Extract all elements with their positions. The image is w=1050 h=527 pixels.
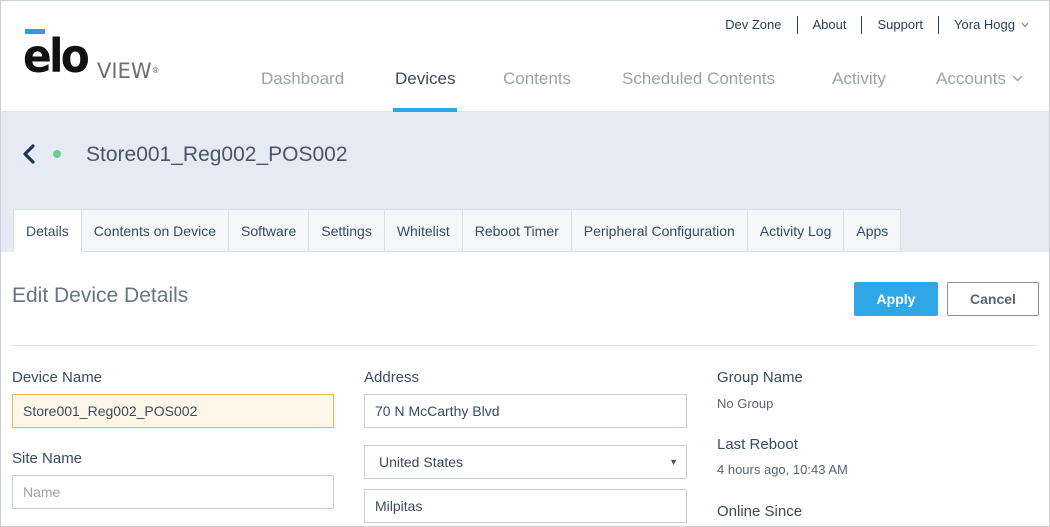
details-panel: Edit Device Details Apply Cancel Device … <box>1 252 1049 526</box>
nav-accounts[interactable]: Accounts <box>936 61 1023 112</box>
country-select-value: United States <box>379 454 464 470</box>
support-link[interactable]: Support <box>862 16 938 34</box>
chevron-down-icon <box>1021 16 1029 34</box>
main-nav: Dashboard Devices Contents Scheduled Con… <box>1 61 1049 112</box>
dev-zone-link[interactable]: Dev Zone <box>710 16 796 34</box>
last-reboot-label: Last Reboot <box>717 436 798 453</box>
section-title: Edit Device Details <box>12 284 189 307</box>
chevron-left-icon <box>23 144 35 164</box>
nav-accounts-label: Accounts <box>936 69 1006 88</box>
nav-contents[interactable]: Contents <box>503 61 571 112</box>
chevron-down-icon <box>1012 61 1023 97</box>
device-header-band: Store001_Reg002_POS002 Details Contents … <box>1 112 1049 252</box>
online-since-label: Online Since <box>717 503 803 520</box>
tab-settings[interactable]: Settings <box>309 209 385 252</box>
header: elo VIEW® Dev Zone About Support Yora Ho… <box>1 1 1049 112</box>
section-divider <box>11 345 1037 346</box>
nav-devices[interactable]: Devices <box>393 61 458 112</box>
site-name-label: Site Name <box>12 450 83 467</box>
tab-apps[interactable]: Apps <box>844 209 902 252</box>
group-name-value: No Group <box>717 396 774 411</box>
caret-down-icon: ▼ <box>669 457 678 467</box>
status-dot-icon <box>53 150 61 158</box>
device-name-label: Device Name <box>12 369 103 386</box>
last-reboot-value: 4 hours ago, 10:43 AM <box>717 462 848 477</box>
cancel-button[interactable]: Cancel <box>947 282 1039 316</box>
nav-activity[interactable]: Activity <box>832 61 886 112</box>
about-link[interactable]: About <box>798 16 862 34</box>
tab-contents-on-device[interactable]: Contents on Device <box>81 209 229 252</box>
back-button[interactable] <box>19 143 41 165</box>
address-label: Address <box>364 369 420 386</box>
site-name-input[interactable] <box>12 475 334 509</box>
tab-activity-log[interactable]: Activity Log <box>747 209 845 252</box>
utility-nav: Dev Zone About Support Yora Hogg <box>710 15 1029 35</box>
app-window: elo VIEW® Dev Zone About Support Yora Ho… <box>0 0 1050 527</box>
nav-scheduled-contents[interactable]: Scheduled Contents <box>622 61 775 112</box>
device-title: Store001_Reg002_POS002 <box>86 143 348 166</box>
tab-whitelist[interactable]: Whitelist <box>384 209 463 252</box>
country-select[interactable]: United States ▼ <box>364 445 687 479</box>
nav-dashboard[interactable]: Dashboard <box>261 61 344 112</box>
device-name-input[interactable] <box>12 394 334 428</box>
tab-software[interactable]: Software <box>228 209 310 252</box>
user-menu[interactable]: Yora Hogg <box>939 16 1029 35</box>
address-input[interactable] <box>364 394 687 428</box>
device-tabs: Details Contents on Device Software Sett… <box>13 209 902 252</box>
city-input[interactable] <box>364 489 687 523</box>
tab-details[interactable]: Details <box>13 209 82 252</box>
group-name-label: Group Name <box>717 369 803 386</box>
tab-reboot-timer[interactable]: Reboot Timer <box>462 209 572 252</box>
tab-peripheral-configuration[interactable]: Peripheral Configuration <box>571 209 748 252</box>
user-name: Yora Hogg <box>954 16 1015 32</box>
apply-button[interactable]: Apply <box>854 282 938 316</box>
